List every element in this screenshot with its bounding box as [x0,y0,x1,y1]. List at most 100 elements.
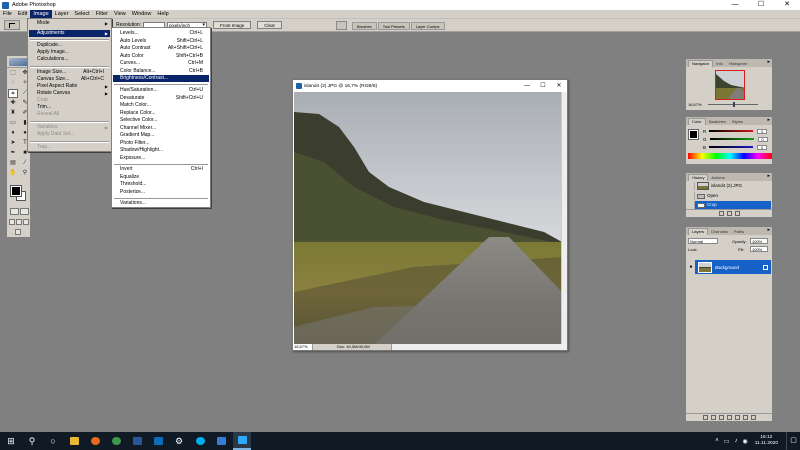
tab-channels[interactable]: Channels [708,229,731,235]
adj-auto-levels[interactable]: Auto Levels Shift+Ctrl+L [113,38,209,45]
adj-variations[interactable]: Variations... [113,200,209,207]
fill-input[interactable]: 100% [750,246,768,252]
palette-well-icon[interactable] [336,21,347,30]
crop-tool-preset-button[interactable] [4,20,20,30]
adj-replace-color[interactable]: Replace Color... [113,110,209,117]
color-menu-icon[interactable]: ▸ [767,117,770,124]
menu-file[interactable]: File [0,10,15,19]
color-foreground-chip[interactable] [688,129,699,140]
adj-exposure[interactable]: Exposure... [113,155,209,162]
history-delete-icon[interactable] [734,211,740,216]
document-horizontal-scrollbar[interactable] [391,344,567,350]
navigator-zoom-value[interactable]: 16,67% [688,102,702,107]
standard-mode-button[interactable] [10,208,19,215]
skype-icon[interactable] [191,432,209,450]
history-new-snapshot-icon[interactable] [726,211,732,216]
adj-brightness-contrast[interactable]: Brightness/Contrast... [113,75,209,82]
document-zoom-field[interactable]: 16,67% [293,344,313,350]
adj-hue-saturation[interactable]: Hue/Saturation... Ctrl+U [113,87,209,94]
image-menu-adjustments[interactable]: Adjustments ▶ [29,30,110,37]
history-open-checkbox[interactable] [687,192,695,200]
image-menu-mode[interactable]: Mode ▶ [29,20,110,27]
color-slider-b[interactable] [709,146,754,148]
pen-tool-icon[interactable]: ✒ [8,149,18,158]
chrome-icon[interactable] [107,432,125,450]
volume-icon[interactable]: ♪ [734,438,737,444]
link-layers-icon[interactable] [702,415,708,420]
adj-posterize[interactable]: Posterize... [113,189,209,196]
adj-auto-contrast[interactable]: Auto Contrast Alt+Shift+Ctrl+L [113,45,209,52]
minimize-button[interactable]: — [722,0,748,10]
adj-color-balance[interactable]: Color Balance... Ctrl+B [113,68,209,75]
color-value-r[interactable]: 0 [757,128,768,134]
tab-swatches[interactable]: Swatches [706,119,729,125]
quick-mask-mode-button[interactable] [20,208,29,215]
full-screen-menu-mode-button[interactable] [16,219,22,225]
photoshop-icon[interactable] [233,432,251,450]
search-icon[interactable]: ⚲ [23,432,41,450]
foreground-color-swatch[interactable] [10,185,22,197]
adj-auto-color[interactable]: Auto Color Shift+Ctrl+B [113,53,209,60]
file-explorer-icon[interactable] [65,432,83,450]
tab-info[interactable]: Info [713,61,726,67]
opacity-input[interactable]: 100% [750,238,768,244]
layer-style-icon[interactable] [710,415,716,420]
jump-to-imageready-button[interactable] [15,229,21,235]
adj-shadow-highlight[interactable]: Shadow/Highlight... [113,147,209,154]
history-new-document-icon[interactable] [718,211,724,216]
image-menu-apply-image[interactable]: Apply Image... [29,49,110,56]
taskbar-clock[interactable]: 16:12 11.11.2020 [755,435,778,447]
lasso-tool-icon[interactable]: ◌ [8,79,18,88]
clone-stamp-tool-icon[interactable]: ♜ [8,109,18,118]
close-button[interactable]: ✕ [774,0,800,10]
navigator-thumbnail[interactable] [715,70,745,100]
new-layer-icon[interactable] [742,415,748,420]
show-hidden-icons-icon[interactable]: ˄ [715,438,719,444]
task-view-icon[interactable]: ○ [44,432,62,450]
history-state-open[interactable]: Open [687,192,771,200]
standard-screen-mode-button[interactable] [9,219,15,225]
adj-curves[interactable]: Curves... Ctrl+M [113,60,209,67]
layer-set-icon[interactable] [726,415,732,420]
document-vertical-scrollbar[interactable] [561,92,567,345]
menu-view[interactable]: View [111,10,129,19]
layer-row-background[interactable]: ● Background [687,260,771,274]
document-maximize-button[interactable]: ☐ [535,80,551,92]
image-menu-trim[interactable]: Trim... [29,104,110,111]
palette-tab-tool-presets[interactable]: Tool Presets [377,21,410,30]
tab-histogram[interactable]: Histogram [726,61,750,67]
adjustment-layer-icon[interactable] [734,415,740,420]
windows-start-icon[interactable]: ⊞ [2,432,20,450]
maximize-button[interactable]: ☐ [748,0,774,10]
path-selection-tool-icon[interactable]: ➤ [8,139,18,148]
image-menu-pixel-aspect-ratio[interactable]: Pixel Aspect Ratio ▶ [29,83,110,90]
menu-help[interactable]: Help [154,10,171,19]
tab-styles[interactable]: Styles [729,119,746,125]
navigator-menu-icon[interactable]: ▸ [767,59,770,66]
history-state-crop[interactable]: Crop [687,201,771,209]
color-slider-r[interactable] [709,130,754,132]
adj-match-color[interactable]: Match Color... [113,102,209,109]
image-menu-rotate-canvas[interactable]: Rotate Canvas ▶ [29,90,110,97]
image-menu-calculations[interactable]: Calculations... [29,56,110,63]
notifications-icon[interactable]: ▢ [786,432,800,450]
document-title-bar[interactable]: island4 (2).JPG @ 16,7% (RGB/8) — ☐ ✕ [293,80,567,92]
history-snapshot-row[interactable]: island4 (2).JPG [687,181,771,191]
adj-levels[interactable]: Levels... Ctrl+L [113,30,209,37]
layer-mask-icon[interactable] [718,415,724,420]
adj-threshold[interactable]: Threshold... [113,181,209,188]
notes-tool-icon[interactable]: ▤ [8,159,18,168]
toolbox-feather-icon[interactable] [9,58,29,66]
color-value-g[interactable]: 0 [757,136,768,142]
blend-mode-select[interactable]: Normal [688,238,718,244]
image-menu-duplicate[interactable]: Duplicate... [29,42,110,49]
palette-tab-layer-comps[interactable]: Layer Comps [410,21,445,30]
clear-button[interactable]: Clear [257,21,283,29]
language-icon[interactable]: ◉ [742,438,747,445]
settings-icon[interactable]: ⚙ [170,432,188,450]
tab-layers[interactable]: Layers [688,228,709,235]
full-screen-mode-button[interactable] [23,219,29,225]
firefox-icon[interactable] [86,432,104,450]
image-menu-canvas-size[interactable]: Canvas Size... Alt+Ctrl+C [29,76,110,83]
outlook-icon[interactable] [149,432,167,450]
